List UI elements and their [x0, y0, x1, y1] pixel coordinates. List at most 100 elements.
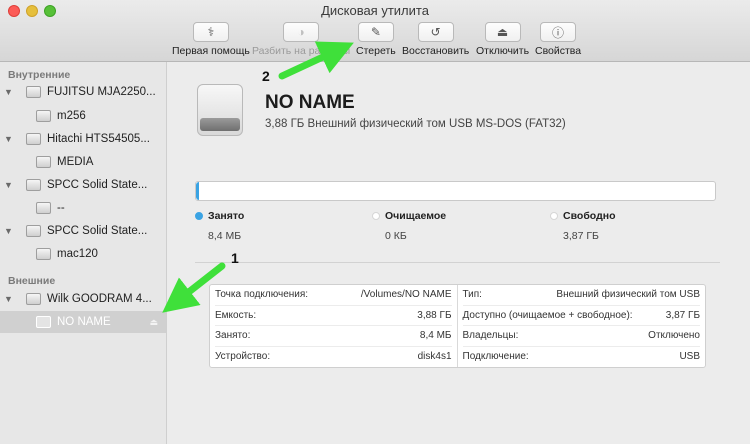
disclosure-triangle-icon[interactable]: ▼ — [4, 294, 14, 304]
sidebar-item-m256[interactable]: m256 — [0, 105, 166, 127]
sidebar-section-internal: Внутренние — [8, 69, 71, 81]
legend-purgeable-value: 0 КБ — [385, 230, 407, 242]
info-value: Внешний физический том USB — [556, 289, 700, 301]
legend-purgeable: Очищаемое 0 КБ — [372, 210, 446, 242]
info-button[interactable]: ⓘ Свойства — [535, 22, 581, 57]
usage-bar-used-fill — [196, 182, 199, 200]
restore-icon: ↺ — [417, 22, 454, 42]
restore-button[interactable]: ↺ Восстановить — [402, 22, 469, 57]
sidebar-item-label: SPCC Solid State... — [47, 225, 148, 237]
sidebar-item-label: SPCC Solid State... — [47, 179, 148, 191]
erase-button[interactable]: ✎ Стереть — [356, 22, 396, 57]
info-icon: ⓘ — [540, 22, 577, 42]
sidebar-item-media[interactable]: MEDIA — [0, 151, 166, 173]
sidebar-item-hitachi[interactable]: ▼ Hitachi HTS54505... — [0, 128, 166, 150]
info-key: Подключение: — [462, 351, 529, 363]
divider — [195, 262, 720, 263]
disclosure-triangle-icon[interactable]: ▼ — [4, 87, 14, 97]
sidebar-item-label: FUJITSU MJA2250... — [47, 86, 156, 98]
volume-info-table: Точка подключения: /Volumes/NO NAME Емкос… — [209, 284, 706, 368]
info-row: Доступно (очищаемое + свободное): 3,87 ГБ — [462, 306, 700, 326]
info-row: Подключение: USB — [463, 347, 701, 368]
first-aid-button[interactable]: ⚕ Первая помощь — [172, 22, 250, 57]
info-value: disk4s1 — [417, 351, 452, 363]
info-value: 3,88 ГБ — [417, 309, 452, 321]
disclosure-triangle-icon[interactable]: ▼ — [4, 180, 14, 190]
legend-used-label: Занято — [208, 210, 245, 222]
info-key: Владельцы: — [462, 330, 519, 342]
hard-disk-icon — [26, 225, 41, 237]
usage-bar — [195, 181, 716, 201]
hard-disk-icon — [26, 86, 41, 98]
sidebar-item-label: MEDIA — [57, 156, 94, 168]
partition-label: Разбить на разделы — [252, 45, 351, 57]
info-key: Занято: — [215, 330, 251, 342]
sidebar-item-spcc-2[interactable]: ▼ SPCC Solid State... — [0, 220, 166, 242]
window-title: Дисковая утилита — [321, 3, 429, 18]
info-key: Тип: — [462, 289, 482, 301]
disclosure-triangle-icon[interactable]: ▼ — [4, 226, 14, 236]
info-column-right: Тип: Внешний физический том USB Доступно … — [458, 285, 706, 367]
sidebar-item-label: Wilk GOODRAM 4... — [47, 293, 152, 305]
pie-chart-icon: ◑ — [283, 22, 320, 42]
sidebar-item-spcc-1[interactable]: ▼ SPCC Solid State... — [0, 174, 166, 196]
legend-purgeable-label: Очищаемое — [385, 210, 447, 222]
usb-disk-icon — [26, 293, 41, 305]
info-key: Устройство: — [215, 351, 271, 363]
volume-icon — [36, 156, 51, 168]
purgeable-dot-icon — [372, 212, 380, 220]
sidebar-item-mac120[interactable]: mac120 — [0, 243, 166, 265]
volume-icon — [36, 316, 51, 328]
annotation-marker-2: 2 — [262, 68, 270, 84]
erase-label: Стереть — [356, 45, 396, 57]
info-value: 3,87 ГБ — [665, 309, 700, 321]
info-value: 8,4 МБ — [419, 330, 452, 342]
volume-icon — [36, 248, 51, 260]
erase-icon: ✎ — [357, 22, 394, 42]
info-value: Отключено — [648, 330, 700, 342]
unmount-icon: ⏏ — [484, 22, 521, 42]
main-panel: NO NAME 3,88 ГБ Внешний физический том U… — [167, 62, 750, 444]
sidebar-section-external: Внешние — [8, 275, 56, 287]
info-row: Владельцы: Отключено — [462, 326, 700, 347]
info-value: USB — [679, 351, 700, 363]
volume-icon — [36, 202, 51, 214]
partition-button[interactable]: ◑ Разбить на разделы — [252, 22, 350, 57]
legend-free-value: 3,87 ГБ — [563, 230, 599, 242]
unmount-label: Отключить — [476, 45, 530, 57]
info-key: Точка подключения: — [215, 289, 309, 301]
restore-label: Восстановить — [402, 45, 470, 57]
sidebar-item-label: mac120 — [57, 248, 98, 260]
external-disk-icon — [197, 84, 243, 136]
free-dot-icon — [550, 212, 558, 220]
sidebar-item-label: m256 — [57, 110, 86, 122]
hard-disk-icon — [26, 179, 41, 191]
legend-used-value: 8,4 МБ — [208, 230, 242, 242]
info-row: Тип: Внешний физический том USB — [462, 285, 700, 306]
eject-icon[interactable]: ⏏ — [149, 317, 158, 328]
sidebar-item-no-name[interactable]: NO NAME ⏏ — [0, 311, 166, 333]
info-row: Устройство: disk4s1 — [215, 347, 452, 368]
sidebar-item-fujitsu[interactable]: ▼ FUJITSU MJA2250... — [0, 81, 166, 103]
info-column-left: Точка подключения: /Volumes/NO NAME Емкос… — [210, 285, 458, 367]
info-key: Доступно (очищаемое + свободное): — [462, 309, 633, 321]
used-dot-icon — [195, 212, 203, 220]
volume-description: 3,88 ГБ Внешний физический том USB MS-DO… — [265, 118, 566, 130]
disclosure-triangle-icon[interactable]: ▼ — [4, 134, 14, 144]
sidebar-item-goodram[interactable]: ▼ Wilk GOODRAM 4... — [0, 288, 166, 310]
info-value: /Volumes/NO NAME — [360, 289, 452, 301]
legend-free-label: Свободно — [563, 210, 616, 222]
sidebar-item-label: -- — [57, 202, 65, 214]
volume-title: NO NAME — [265, 92, 355, 113]
info-row: Занято: 8,4 МБ — [215, 326, 452, 347]
first-aid-label: Первая помощь — [172, 45, 250, 57]
volume-icon — [36, 110, 51, 122]
info-row: Точка подключения: /Volumes/NO NAME — [215, 285, 452, 306]
unmount-button[interactable]: ⏏ Отключить — [476, 22, 529, 57]
annotation-marker-1: 1 — [231, 250, 239, 266]
hard-disk-icon — [26, 133, 41, 145]
sidebar: Внутренние ▼ FUJITSU MJA2250... m256 ▼ H… — [0, 62, 167, 444]
stethoscope-icon: ⚕ — [192, 22, 229, 42]
toolbar: Дисковая утилита ⚕ Первая помощь ◑ Разби… — [0, 0, 750, 62]
sidebar-item-dashes[interactable]: -- — [0, 197, 166, 219]
